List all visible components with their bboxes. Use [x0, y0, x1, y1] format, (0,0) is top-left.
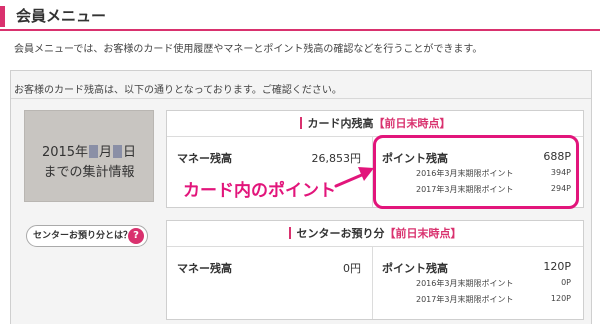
center-points-breakdown-value: 0P [561, 278, 571, 287]
center-points-label: ポイント残高 [382, 262, 448, 275]
card-balance-title-text: カード内残高 [307, 117, 374, 130]
card-balance-title: カード内残高【前日末時点】 [167, 111, 583, 137]
center-deposit-info-button[interactable]: センターお預り分とは？ ? [26, 225, 148, 247]
title-accent-bar [299, 117, 302, 129]
question-icon: ? [128, 228, 144, 244]
header-accent-bar [0, 6, 5, 27]
redacted-day [113, 145, 123, 158]
date-year: 2015年 [41, 145, 89, 160]
center-points-breakdown-label: 2016年3月末期限ポイント [416, 279, 514, 288]
card-money-label: マネー残高 [177, 152, 232, 165]
redacted-month [89, 145, 99, 158]
aggregation-caption: までの集計情報 [43, 165, 135, 180]
center-deposit-title-text: センターお預り分 [296, 227, 385, 240]
column-divider [372, 247, 373, 319]
panel-divider [11, 98, 591, 99]
center-deposit-info-label: センターお預り分とは？ [33, 231, 133, 241]
center-points-breakdown-value: 120P [550, 294, 571, 303]
points-highlight-box [373, 135, 579, 209]
center-points-breakdown-label: 2017年3月末期限ポイント [416, 295, 514, 304]
aggregation-date: 2015年月日 [25, 141, 153, 160]
arrow-right-icon [334, 167, 374, 188]
intro-text: 会員メニューでは、お客様のカード使用履歴やマネーとポイント残高の確認などを行うこ… [14, 44, 483, 55]
title-accent-bar [288, 227, 291, 239]
center-money-value: 0円 [343, 262, 361, 275]
page-title: 会員メニュー [16, 7, 107, 25]
panel-intro-text: お客様のカード残高は、以下の通りとなっております。ご確認ください。 [14, 85, 342, 96]
card-balance-title-highlight: 【前日末時点】 [373, 117, 451, 130]
date-month: 月 [99, 145, 113, 160]
center-deposit-title: センターお預り分【前日末時点】 [167, 221, 583, 247]
center-deposit-section: センターお預り分【前日末時点】 マネー残高 0円 ポイント残高 120P 201… [166, 220, 584, 320]
aggregation-date-box: 2015年月日 までの集計情報 [24, 110, 154, 202]
center-deposit-title-highlight: 【前日末時点】 [384, 227, 462, 240]
annotation-text: カード内のポイント [183, 181, 336, 201]
date-day: 日 [123, 145, 137, 160]
page-header: 会員メニュー [0, 0, 600, 31]
center-points-value: 120P [543, 260, 571, 273]
center-money-label: マネー残高 [177, 262, 232, 275]
